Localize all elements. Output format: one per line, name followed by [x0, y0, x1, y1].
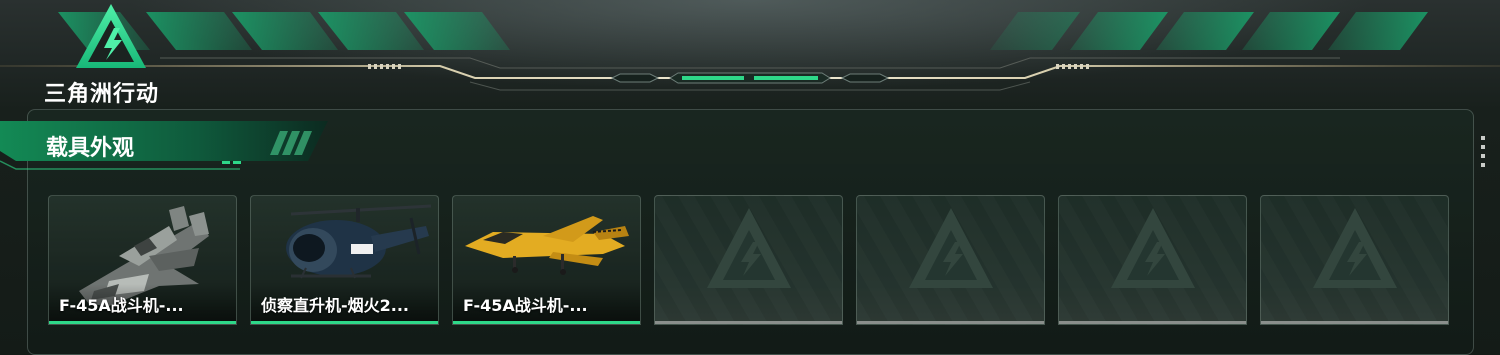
empty-vehicle-slot[interactable]: [1260, 195, 1449, 325]
card-accent-bar: [453, 321, 640, 324]
panel-scroll-indicator[interactable]: [1481, 136, 1485, 176]
card-accent-bar: [251, 321, 438, 324]
delta-placeholder-icon: [909, 208, 993, 288]
logo-text: 三角洲行动: [44, 82, 160, 107]
game-logo: 三角洲行动: [44, 2, 180, 107]
vehicle-card[interactable]: 侦察直升机-烟火2...: [250, 195, 439, 325]
section-title: 载具外观: [46, 136, 135, 161]
vehicle-card-label: F-45A战斗机-...: [463, 296, 588, 315]
empty-vehicle-slot[interactable]: [654, 195, 843, 325]
delta-placeholder-icon: [707, 208, 791, 288]
vehicle-card[interactable]: F-45A战斗机-...: [48, 195, 237, 325]
vehicle-card-label: F-45A战斗机-...: [59, 296, 184, 315]
header-decoration: [0, 12, 1500, 91]
delta-logo-icon: [76, 4, 146, 68]
card-accent-bar: [1059, 321, 1246, 324]
delta-placeholder-icon: [1111, 208, 1195, 288]
empty-vehicle-slot[interactable]: [856, 195, 1045, 325]
card-accent-bar: [857, 321, 1044, 324]
delta-placeholder-icon: [1313, 208, 1397, 288]
card-accent-bar: [1261, 321, 1448, 324]
empty-vehicle-slot[interactable]: [1058, 195, 1247, 325]
card-accent-bar: [655, 321, 842, 324]
card-accent-bar: [49, 321, 236, 324]
vehicle-card-label: 侦察直升机-烟火2...: [261, 296, 410, 315]
vehicle-card[interactable]: F-45A战斗机-...: [452, 195, 641, 325]
